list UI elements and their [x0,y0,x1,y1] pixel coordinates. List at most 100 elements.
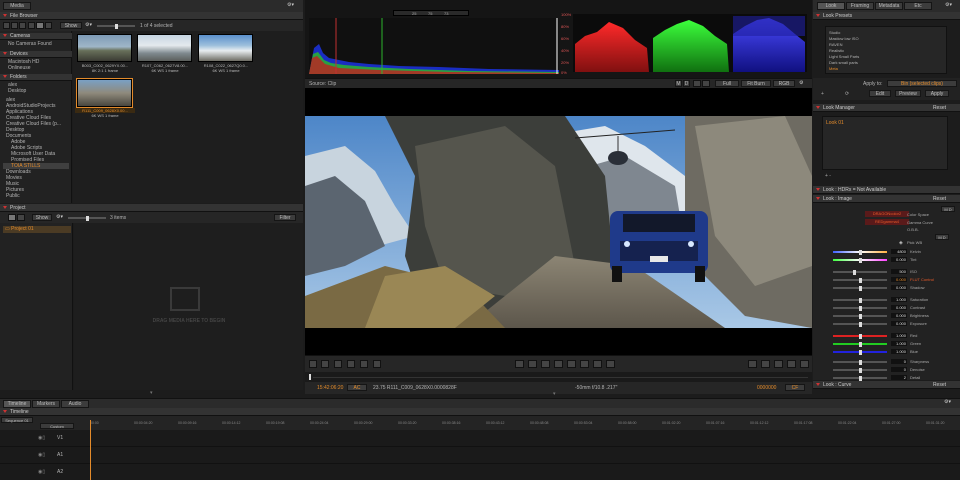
value-field[interactable]: 4800 [891,249,907,254]
safe-area-icon[interactable] [693,80,701,87]
slider-denoise[interactable] [833,368,887,373]
value-field[interactable]: 2 [891,375,907,380]
capture-icon[interactable] [309,360,317,368]
preset-item[interactable]: Meta [829,66,838,72]
playhead-marker[interactable] [309,374,311,380]
timeline-ruler[interactable]: Sequence 01 Custom 00:00 00:00:04:20 00:00… [0,416,960,430]
clip-thumbnail[interactable] [77,34,132,62]
prev-frame-icon[interactable] [541,360,550,368]
viewer-canvas[interactable] [305,88,812,355]
project-size-slider[interactable] [68,216,106,221]
apply-to-dropdown[interactable]: Bin (selected clips) [887,80,957,87]
speaker-icon[interactable]: ◉▯ [38,469,45,475]
slider-brightness[interactable] [833,314,887,319]
show-dropdown[interactable]: Show [60,22,82,29]
clip-thumbnail[interactable] [137,34,192,62]
slider-iso[interactable] [833,270,887,275]
slider-knob[interactable] [858,298,862,303]
collapse-arrow-icon[interactable]: ▾ [553,391,556,397]
slider-shadow[interactable] [833,286,887,291]
value-field[interactable]: 0.000 [891,285,907,290]
grid-view-icon[interactable] [8,214,16,221]
fullscreen-icon[interactable] [787,360,796,368]
reset-button[interactable]: Reset [933,381,946,389]
zoom-dropdown[interactable]: Full [715,80,739,87]
scope-field[interactable]: 25 [412,11,416,16]
next-frame-icon[interactable] [580,360,589,368]
tab-audio[interactable]: Audio [61,400,89,408]
list-view-icon[interactable] [17,214,25,221]
scope-field[interactable]: 75 [428,11,432,16]
edit-button[interactable]: Edit [869,90,891,97]
value-field[interactable]: 0 [891,359,907,364]
loop-icon[interactable] [334,360,342,368]
reset-button[interactable]: Reset [933,104,946,112]
custom-dropdown[interactable]: Custom [40,423,74,429]
track-a1[interactable]: ◉▯ A1 [0,447,960,464]
slider-blue[interactable] [833,350,887,355]
speaker-icon[interactable]: ◉▯ [38,452,45,458]
clip-thumbnail-selected[interactable] [76,78,133,108]
flag-icon[interactable] [373,360,381,368]
filmstrip-view-icon[interactable] [45,22,52,29]
gear-icon[interactable]: ⚙▾ [945,2,952,8]
tab-framing[interactable]: Framing [846,2,874,10]
eyedropper-icon[interactable]: ◈ [899,240,903,246]
monitor-icon[interactable] [748,360,757,368]
eye-icon[interactable]: ◉▯ [38,435,45,441]
value-field[interactable]: 500 [891,269,907,274]
value-field[interactable]: 1.000 [891,349,907,354]
slider-knob[interactable] [858,286,862,291]
folder-item[interactable]: Desktop [8,88,26,94]
thumb-size-slider[interactable] [97,24,135,29]
slider-knob[interactable] [858,322,862,327]
refresh-icon[interactable]: ⟳ [845,91,849,97]
go-to-start-icon[interactable] [515,360,524,368]
slider-contrast[interactable] [833,306,887,311]
clip-thumbnail[interactable] [198,34,253,62]
value-field[interactable]: 0.000 [891,305,907,310]
slider-kelvin[interactable] [833,250,887,255]
gear-icon[interactable]: ⚙ [799,80,803,86]
value-field[interactable]: 1.000 [891,341,907,346]
slider-tint[interactable] [833,258,887,263]
ac-dropdown[interactable]: AC [347,384,367,391]
tab-look[interactable]: Look [817,2,845,10]
value-field[interactable]: 0.000 [891,321,907,326]
filter-dropdown[interactable]: Filter [274,214,296,221]
slider-detail[interactable] [833,376,887,381]
preview-button[interactable]: Preview [895,90,921,97]
grid-overlay-icon[interactable] [702,80,710,87]
slider-knob[interactable] [858,368,862,373]
folder-tree-item[interactable]: Public [3,193,69,199]
monitor-toggle[interactable]: D [683,80,690,87]
slider-knob[interactable] [858,278,862,283]
slider-red[interactable] [833,334,887,339]
look-item[interactable]: Look 01 [826,120,844,126]
value-field[interactable]: 0.000 [891,257,907,262]
color-space-dropdown[interactable]: DRAGONcolor2 [865,211,909,217]
look-presets-list[interactable]: Studio Masticw low ISO RAVEN Realistic Light… [825,26,947,74]
device-item[interactable]: Onlineuse [8,65,31,71]
gear-icon[interactable]: ⚙▾ [56,214,63,220]
tab-metadata[interactable]: Metadata [875,2,903,10]
camera-icon[interactable] [321,360,329,368]
tab-markers[interactable]: Markers [32,400,60,408]
slider-exposure[interactable] [833,322,887,327]
project-drop-area[interactable]: DRAG MEDIA HERE TO BEGIN [74,223,303,390]
add-icon[interactable]: + - [825,173,831,179]
md-toggle[interactable]: M D [935,234,949,240]
project-item[interactable]: ▭ Project 01 [3,226,71,233]
gear-icon[interactable]: ⚙▾ [85,22,92,28]
channel-dropdown[interactable]: RGB [773,80,795,87]
step-forward-icon[interactable] [593,360,602,368]
collapse-arrow-icon[interactable]: ▾ [150,390,153,396]
gamma-curve-dropdown[interactable]: REDgamma4 [865,219,909,225]
apply-button[interactable]: Apply [925,90,949,97]
slider-knob[interactable] [858,334,862,339]
gear-icon[interactable]: ⚙▾ [287,2,297,10]
show-dropdown[interactable]: Show [32,214,52,221]
value-field[interactable]: 0.000 [891,313,907,318]
slider-knob[interactable] [858,350,862,355]
slider-knob[interactable] [858,360,862,365]
